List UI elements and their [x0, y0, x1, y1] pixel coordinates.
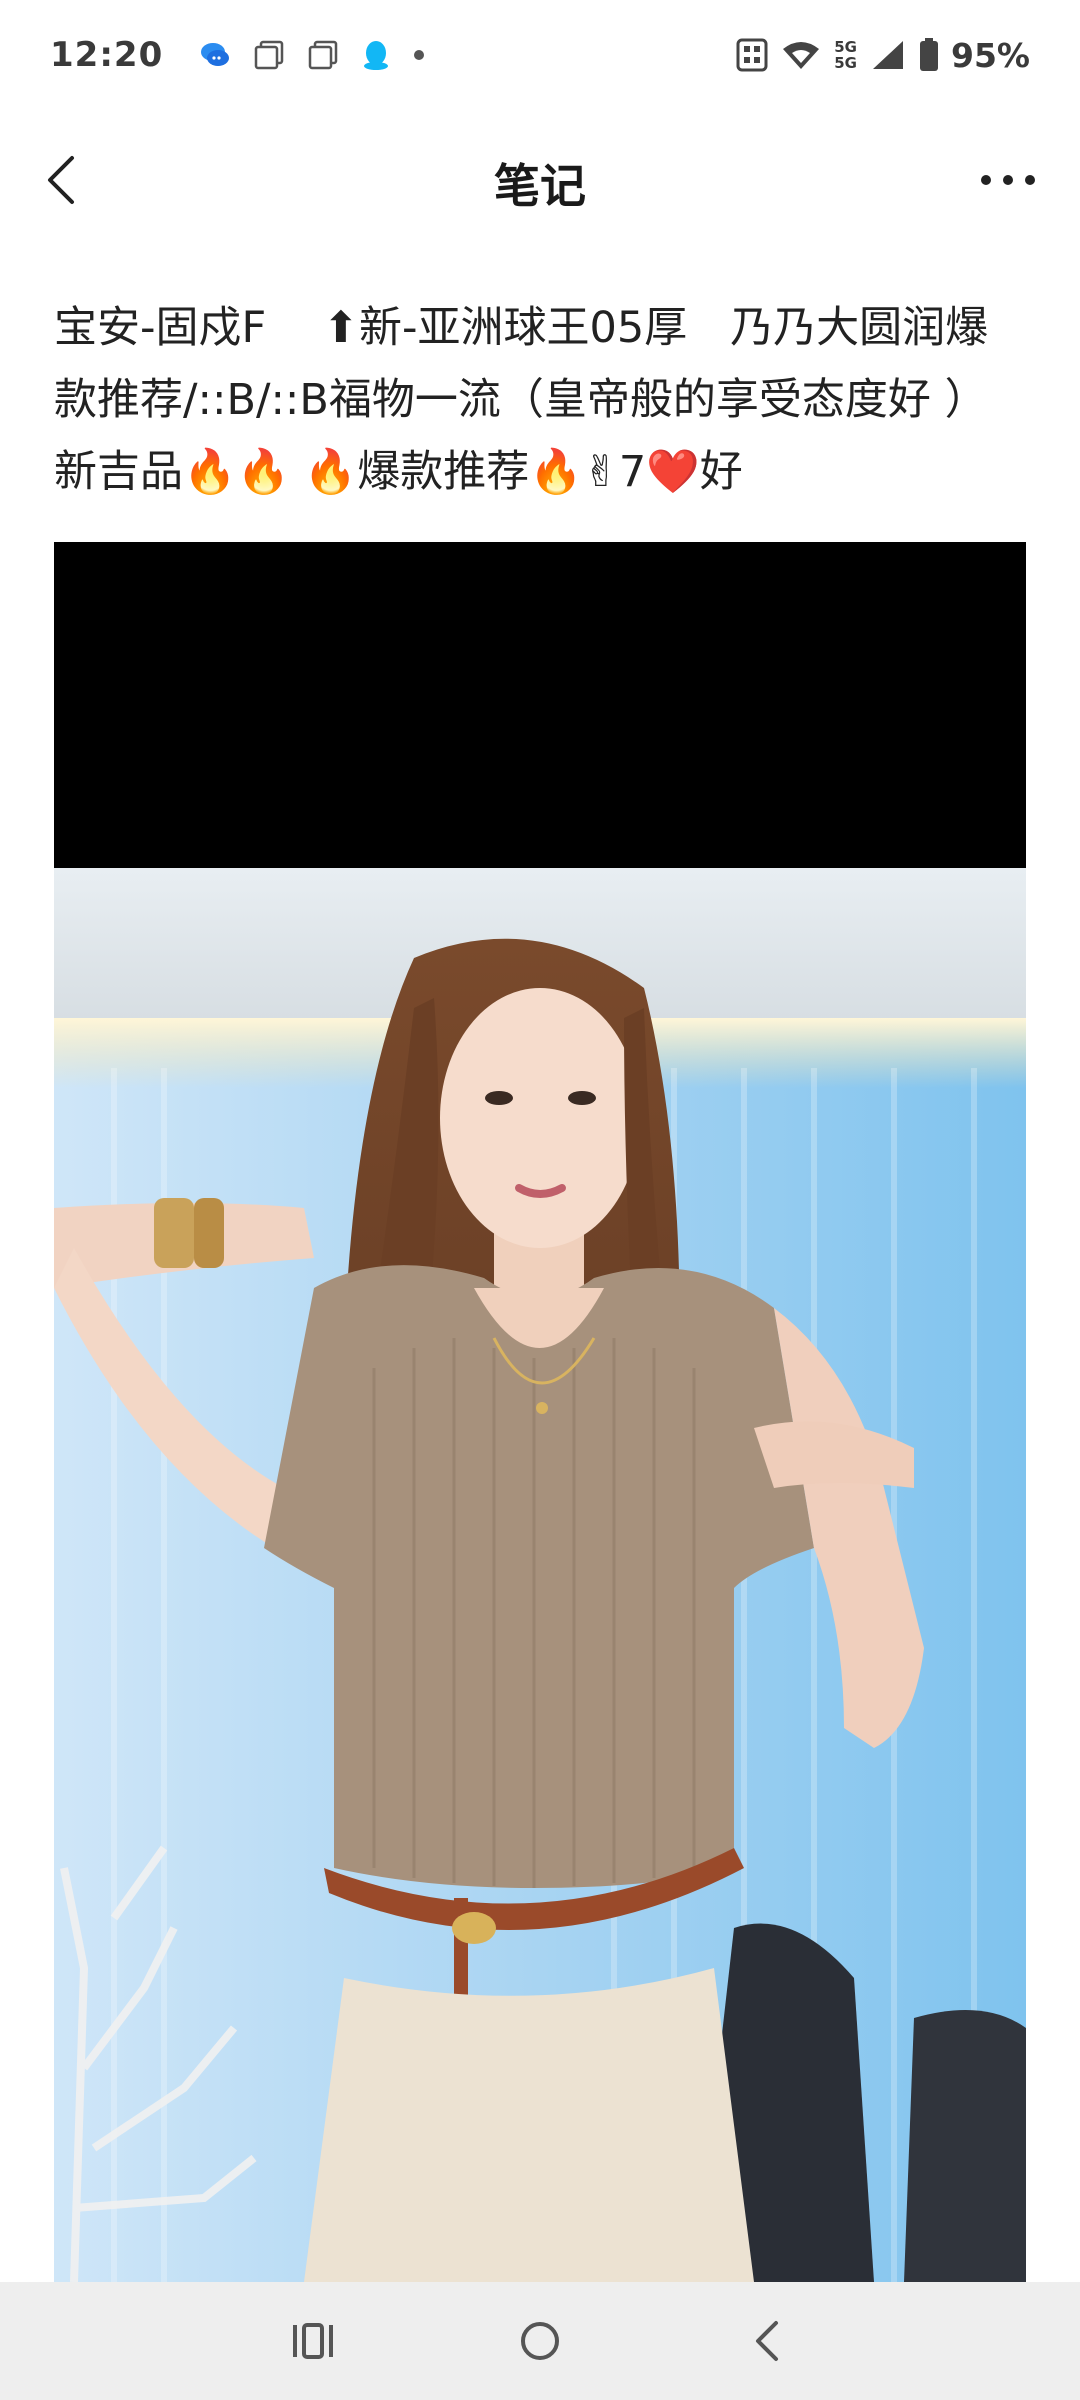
- more-dots-icon: [981, 175, 1035, 185]
- home-circle-icon: [520, 2322, 559, 2360]
- more-options-button[interactable]: [958, 140, 1058, 220]
- nfc-icon: [736, 38, 768, 72]
- network-type: 5G 5G: [834, 39, 857, 71]
- status-bar: 12:20 5G 5G 95%: [0, 0, 1080, 110]
- page-title: 笔记: [494, 159, 586, 213]
- note-content: 宝安-固戍F ⬆新-亚洲球王05厚 乃乃大圆润爆款推荐/::B/::B福物一流（…: [54, 303, 989, 497]
- media-letterbox: [54, 542, 1026, 868]
- battery-icon: [919, 38, 939, 72]
- nav-back-button[interactable]: [707, 2291, 827, 2391]
- nav-back-icon: [755, 2321, 778, 2361]
- signal-icon: [871, 39, 905, 71]
- dot-icon: [413, 49, 425, 61]
- status-time: 12:20: [50, 35, 164, 75]
- nav-recents-button[interactable]: [253, 2291, 373, 2391]
- note-screen: 12:20 5G 5G 95% 笔记 宝安-固戍F ⬆新-亚洲球王05厚 乃乃大…: [0, 0, 1080, 2400]
- chat-bubble-icon: [199, 40, 231, 70]
- qq-penguin-icon: [361, 39, 391, 71]
- nav-home-button[interactable]: [480, 2291, 600, 2391]
- network-label-bottom: 5G: [834, 54, 857, 72]
- copy-window-icon: [253, 39, 285, 71]
- system-nav-bar: [0, 2282, 1080, 2400]
- note-photo: [54, 868, 1026, 2282]
- recents-icon: [293, 2323, 334, 2359]
- copy-window-icon: [307, 39, 339, 71]
- network-label-top: 5G: [834, 38, 857, 56]
- wifi-icon: [782, 39, 820, 71]
- notification-icons: [199, 39, 425, 71]
- title-bar: 笔记: [0, 110, 1080, 250]
- status-indicators: 5G 5G 95%: [736, 36, 1030, 75]
- note-media[interactable]: [54, 542, 1026, 2282]
- battery-percent: 95%: [951, 35, 1030, 75]
